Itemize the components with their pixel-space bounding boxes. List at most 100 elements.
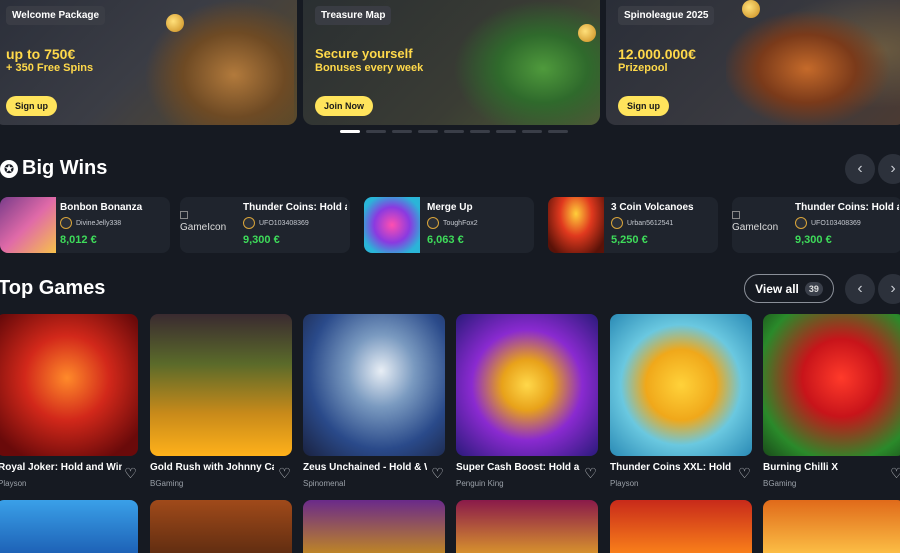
game-tile[interactable] — [763, 500, 900, 553]
banner-subline: Bonuses every week — [315, 62, 424, 74]
game-tile[interactable] — [610, 500, 752, 553]
game-provider: Spinomenal — [303, 479, 346, 488]
game-name: Thunder Coins XXL: Hold and Win — [610, 462, 734, 473]
win-username: Urban5612541 — [627, 219, 674, 227]
win-username: ToughFox2 — [443, 219, 478, 227]
win-amount: 8,012 € — [60, 234, 97, 246]
broken-image-placeholder: GameIcon — [180, 211, 236, 233]
game-name: Gold Rush with Johnny Cash — [150, 462, 274, 473]
banner-cta-button[interactable]: Join Now — [315, 96, 373, 116]
game-provider: BGaming — [763, 479, 797, 488]
user-avatar-icon — [60, 217, 72, 229]
game-provider: BGaming — [150, 479, 184, 488]
game-tile[interactable] — [456, 500, 598, 553]
game-tile-burning-chilli-x[interactable] — [763, 314, 900, 456]
game-thumbnail — [548, 197, 604, 253]
carousel-dot[interactable] — [470, 130, 490, 133]
game-tile-royal-joker[interactable] — [0, 314, 138, 456]
carousel-dot[interactable] — [548, 130, 568, 133]
broken-image-icon — [180, 211, 188, 219]
game-provider: Playson — [0, 479, 27, 488]
chevron-left-icon: ‹ — [857, 280, 863, 297]
carousel-dot[interactable] — [496, 130, 516, 133]
banner-tag: Spinoleague 2025 — [618, 6, 715, 25]
game-tile[interactable] — [303, 500, 445, 553]
top-games-title: Top Games — [0, 277, 106, 299]
coin-icon — [166, 14, 184, 32]
game-provider: Playson — [610, 479, 639, 488]
coin-icon — [578, 24, 596, 42]
game-tile[interactable] — [0, 500, 138, 553]
view-all-button[interactable]: View all 39 — [744, 274, 834, 303]
game-tile[interactable] — [150, 500, 292, 553]
carousel-dot[interactable] — [418, 130, 438, 133]
banner-headline: Secure yourself — [315, 46, 413, 61]
user-avatar-icon — [427, 217, 439, 229]
favorite-heart-icon[interactable]: ♡ — [737, 466, 752, 481]
banner-spinoleague[interactable]: Spinoleague 2025 12.000.000€ Prizepool S… — [606, 0, 900, 125]
win-amount: 5,250 € — [611, 234, 648, 246]
game-thumbnail — [0, 197, 56, 253]
big-win-card[interactable]: GameIcon Thunder Coins: Hold a UFO103408… — [180, 197, 350, 253]
top-games-next-button[interactable]: › — [878, 274, 900, 304]
user-avatar-icon — [243, 217, 255, 229]
win-game-title: Thunder Coins: Hold a — [795, 202, 899, 213]
star-icon: ✪ — [0, 160, 18, 178]
big-win-card[interactable]: Merge Up ToughFox2 6,063 € — [364, 197, 534, 253]
coin-icon — [742, 0, 760, 18]
win-username: UFO103408369 — [811, 219, 861, 227]
favorite-heart-icon[interactable]: ♡ — [277, 466, 292, 481]
favorite-heart-icon[interactable]: ♡ — [583, 466, 598, 481]
game-tile-zeus-unchained[interactable] — [303, 314, 445, 456]
win-user: DivineJelly338 — [60, 217, 121, 229]
carousel-dot[interactable] — [522, 130, 542, 133]
banner-cta-button[interactable]: Sign up — [618, 96, 669, 116]
treasure-map-artwork — [453, 0, 600, 125]
win-username: UFO103408369 — [259, 219, 309, 227]
big-wins-prev-button[interactable]: ‹ — [845, 154, 875, 184]
big-win-card[interactable]: GameIcon Thunder Coins: Hold a UFO103408… — [732, 197, 900, 253]
carousel-dot[interactable] — [366, 130, 386, 133]
win-user: ToughFox2 — [427, 217, 478, 229]
game-thumbnail: GameIcon — [732, 197, 788, 253]
win-user: UFO103408369 — [243, 217, 309, 229]
favorite-heart-icon[interactable]: ♡ — [430, 466, 445, 481]
carousel-dot[interactable] — [340, 130, 360, 133]
win-game-title: Thunder Coins: Hold a — [243, 202, 347, 213]
big-wins-next-button[interactable]: › — [878, 154, 900, 184]
cat-mascots-artwork — [726, 0, 900, 125]
big-wins-title: Big Wins — [22, 157, 108, 179]
banner-subline: Prizepool — [618, 62, 668, 74]
win-user: UFO103408369 — [795, 217, 861, 229]
game-provider: Penguin King — [456, 479, 504, 488]
big-win-card[interactable]: Bonbon Bonanza DivineJelly338 8,012 € — [0, 197, 170, 253]
broken-image-icon — [732, 211, 740, 219]
win-user: Urban5612541 — [611, 217, 673, 229]
games-count-badge: 39 — [804, 281, 823, 296]
game-name: Zeus Unchained - Hold & Win — [303, 462, 427, 473]
chevron-left-icon: ‹ — [857, 160, 863, 177]
banner-welcome-package[interactable]: Welcome Package up to 750€ + 350 Free Sp… — [0, 0, 297, 125]
favorite-heart-icon[interactable]: ♡ — [889, 466, 900, 481]
game-name: Super Cash Boost: Hold and Win — [456, 462, 580, 473]
banner-subline: + 350 Free Spins — [6, 62, 94, 74]
banner-tag: Treasure Map — [315, 6, 392, 25]
broken-image-placeholder: GameIcon — [732, 211, 788, 233]
game-tile-thunder-coins-xxl[interactable] — [610, 314, 752, 456]
chevron-right-icon: › — [890, 160, 896, 177]
top-games-prev-button[interactable]: ‹ — [845, 274, 875, 304]
carousel-dot[interactable] — [444, 130, 464, 133]
banner-headline: 12.000.000€ — [618, 46, 696, 62]
banner-cta-button[interactable]: Sign up — [6, 96, 57, 116]
win-game-title: 3 Coin Volcanoes — [611, 202, 694, 213]
carousel-pagination — [340, 130, 568, 133]
favorite-heart-icon[interactable]: ♡ — [123, 466, 138, 481]
carousel-dot[interactable] — [392, 130, 412, 133]
game-tile-super-cash-boost[interactable] — [456, 314, 598, 456]
banner-treasure-map[interactable]: Treasure Map Secure yourself Bonuses eve… — [303, 0, 600, 125]
banner-tag: Welcome Package — [6, 6, 106, 25]
big-win-card[interactable]: 3 Coin Volcanoes Urban5612541 5,250 € — [548, 197, 718, 253]
win-amount: 9,300 € — [795, 234, 832, 246]
game-tile-gold-rush[interactable] — [150, 314, 292, 456]
promo-banners: Welcome Package up to 750€ + 350 Free Sp… — [0, 0, 900, 125]
